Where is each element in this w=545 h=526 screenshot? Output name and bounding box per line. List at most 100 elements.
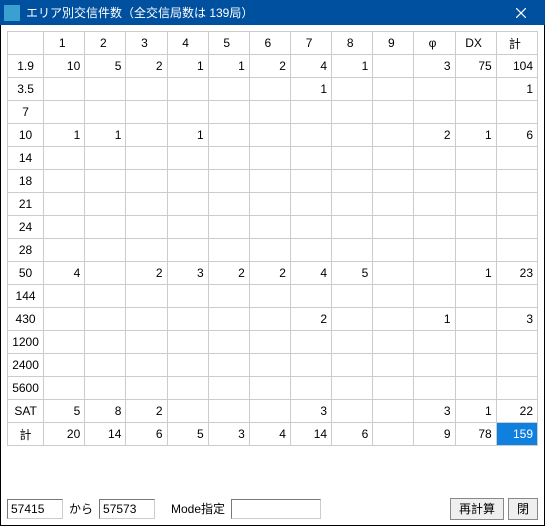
cell[interactable] [126, 354, 167, 377]
cell[interactable]: 2 [290, 308, 331, 331]
cell[interactable]: 1 [167, 124, 208, 147]
cell[interactable] [373, 354, 414, 377]
cell[interactable] [455, 331, 496, 354]
cell[interactable] [85, 101, 126, 124]
cell[interactable] [44, 331, 85, 354]
cell[interactable] [44, 101, 85, 124]
cell[interactable] [167, 331, 208, 354]
cell[interactable]: 2 [126, 400, 167, 423]
cell[interactable] [44, 147, 85, 170]
cell[interactable] [167, 377, 208, 400]
cell[interactable]: 5 [332, 262, 373, 285]
cell[interactable] [208, 331, 249, 354]
cell[interactable] [167, 354, 208, 377]
cell[interactable]: 3 [208, 423, 249, 446]
recalc-button[interactable]: 再計算 [450, 498, 504, 520]
cell[interactable] [496, 101, 537, 124]
cell[interactable] [167, 101, 208, 124]
cell[interactable] [332, 78, 373, 101]
cell[interactable]: 8 [85, 400, 126, 423]
cell[interactable]: 6 [126, 423, 167, 446]
cell[interactable] [332, 285, 373, 308]
cell[interactable] [373, 55, 414, 78]
cell[interactable] [373, 147, 414, 170]
cell[interactable] [249, 308, 290, 331]
cell[interactable]: 1 [414, 308, 455, 331]
cell[interactable] [126, 308, 167, 331]
cell[interactable] [85, 78, 126, 101]
cell[interactable]: 10 [44, 55, 85, 78]
cell[interactable] [373, 101, 414, 124]
cell[interactable] [85, 377, 126, 400]
cell[interactable] [208, 400, 249, 423]
cell[interactable]: 5 [44, 400, 85, 423]
cell[interactable] [332, 216, 373, 239]
cell[interactable]: 14 [290, 423, 331, 446]
cell[interactable]: 2 [126, 55, 167, 78]
cell[interactable] [455, 308, 496, 331]
cell[interactable] [44, 170, 85, 193]
cell[interactable]: 22 [496, 400, 537, 423]
cell[interactable]: 3 [414, 400, 455, 423]
cell[interactable]: 1 [455, 262, 496, 285]
cell[interactable] [44, 285, 85, 308]
cell[interactable]: 5 [85, 55, 126, 78]
cell[interactable]: 1 [85, 124, 126, 147]
cell[interactable] [414, 147, 455, 170]
cell[interactable] [44, 308, 85, 331]
cell[interactable]: 75 [455, 55, 496, 78]
cell[interactable]: 4 [249, 423, 290, 446]
cell[interactable]: 6 [332, 423, 373, 446]
cell[interactable] [496, 239, 537, 262]
cell[interactable] [455, 377, 496, 400]
cell[interactable] [208, 78, 249, 101]
cell[interactable] [290, 216, 331, 239]
cell[interactable] [332, 354, 373, 377]
cell[interactable]: 4 [44, 262, 85, 285]
cell[interactable]: 1 [455, 124, 496, 147]
cell[interactable] [455, 354, 496, 377]
cell[interactable] [126, 377, 167, 400]
cell[interactable] [332, 377, 373, 400]
cell[interactable]: 2 [249, 55, 290, 78]
cell[interactable] [332, 400, 373, 423]
cell[interactable]: 6 [496, 124, 537, 147]
cell[interactable] [373, 285, 414, 308]
cell[interactable] [373, 170, 414, 193]
cell[interactable] [167, 170, 208, 193]
cell[interactable]: 20 [44, 423, 85, 446]
cell[interactable] [85, 308, 126, 331]
cell[interactable]: 3 [496, 308, 537, 331]
cell[interactable]: 159 [496, 423, 537, 446]
cell[interactable] [373, 400, 414, 423]
cell[interactable] [496, 170, 537, 193]
cell[interactable] [249, 193, 290, 216]
cell[interactable] [126, 193, 167, 216]
cell[interactable] [332, 193, 373, 216]
cell[interactable] [373, 331, 414, 354]
cell[interactable] [414, 170, 455, 193]
cell[interactable] [85, 285, 126, 308]
cell[interactable] [85, 193, 126, 216]
cell[interactable] [332, 124, 373, 147]
cell[interactable] [167, 285, 208, 308]
cell[interactable] [126, 170, 167, 193]
cell[interactable] [44, 193, 85, 216]
cell[interactable] [249, 216, 290, 239]
cell[interactable]: 4 [290, 262, 331, 285]
cell[interactable] [455, 170, 496, 193]
cell[interactable] [496, 377, 537, 400]
cell[interactable] [455, 101, 496, 124]
cell[interactable]: 1 [290, 78, 331, 101]
cell[interactable] [249, 101, 290, 124]
cell[interactable] [126, 78, 167, 101]
cell[interactable] [249, 124, 290, 147]
close-panel-button[interactable]: 閉 [508, 498, 538, 520]
cell[interactable] [249, 331, 290, 354]
cell[interactable]: 2 [249, 262, 290, 285]
cell[interactable] [167, 239, 208, 262]
cell[interactable] [208, 308, 249, 331]
cell[interactable] [249, 147, 290, 170]
cell[interactable]: 14 [85, 423, 126, 446]
cell[interactable] [208, 101, 249, 124]
